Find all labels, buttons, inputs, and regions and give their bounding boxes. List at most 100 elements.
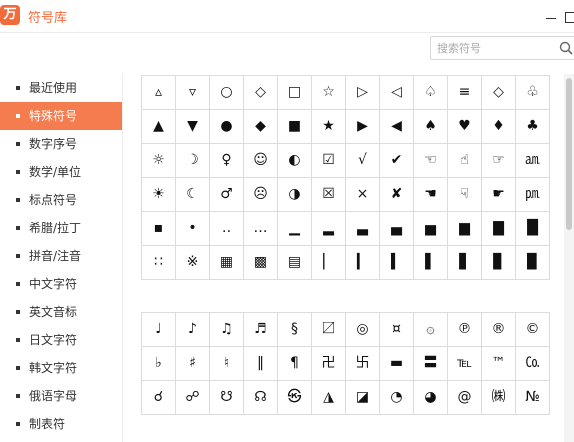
symbol-cell[interactable]: ☟ [448,178,482,212]
symbol-cell[interactable]: ☍ [176,381,210,415]
symbol-cell[interactable]: ▄ [380,212,414,246]
symbol-cell[interactable]: ○ [210,76,244,110]
symbol-cell[interactable]: • [176,212,210,246]
symbol-cell[interactable]: ☼ [142,144,176,178]
symbol-cell[interactable]: ℡ [448,347,482,381]
symbol-cell[interactable]: 〼 [312,313,346,347]
symbol-cell[interactable]: № [516,381,550,415]
symbol-cell[interactable]: © [516,313,550,347]
symbol-cell[interactable]: ☞ [482,144,516,178]
symbol-cell[interactable]: ▪ [142,212,176,246]
symbol-cell[interactable]: × [346,178,380,212]
sidebar-item[interactable]: 韩文字符 [0,354,122,382]
symbol-cell[interactable]: ▎ [346,246,380,280]
search-icon[interactable] [559,41,573,55]
symbol-cell[interactable]: ◇ [482,76,516,110]
symbol-cell[interactable]: ◔ [380,381,414,415]
symbol-cell[interactable]: ㈱ [482,381,516,415]
symbol-cell[interactable]: ▷ [346,76,380,110]
sidebar-item[interactable]: 希腊/拉丁 [0,214,122,242]
symbol-cell[interactable]: ◑ [278,178,312,212]
symbol-cell[interactable]: ☾ [176,178,210,212]
symbol-cell[interactable]: ≡ [448,76,482,110]
symbol-cell[interactable]: ♣ [516,110,550,144]
symbol-cell[interactable]: ♧ [516,76,550,110]
symbol-cell[interactable]: ☹ [244,178,278,212]
symbol-cell[interactable]: 〓 [414,347,448,381]
sidebar-item[interactable]: 中文字符 [0,270,122,298]
symbol-cell[interactable]: ▶ [346,110,380,144]
symbol-cell[interactable]: ♯ [176,347,210,381]
symbol-cell[interactable]: § [278,313,312,347]
search-input[interactable] [437,40,555,56]
symbol-cell[interactable]: ● [210,110,244,144]
symbol-cell[interactable]: ※ [176,246,210,280]
restore-button[interactable] [564,6,574,23]
search-box[interactable] [430,36,574,60]
symbol-cell[interactable]: ◆ [244,110,278,144]
symbol-cell[interactable]: ™ [482,347,516,381]
sidebar-item[interactable]: 日文字符 [0,326,122,354]
symbol-cell[interactable]: ☊ [244,381,278,415]
sidebar-item[interactable]: 最近使用 [0,74,122,102]
sidebar-item[interactable]: 数学/单位 [0,158,122,186]
symbol-cell[interactable]: ♀ [210,144,244,178]
symbol-cell[interactable]: ◮ [312,381,346,415]
symbol-cell[interactable]: ☽ [176,144,210,178]
symbol-cell[interactable]: ▋ [448,246,482,280]
symbol-cell[interactable]: ☀ [142,178,176,212]
symbol-cell[interactable]: ☜ [414,144,448,178]
sidebar-item[interactable]: 俄语字母 [0,382,122,410]
scrollbar-thumb[interactable] [566,78,572,230]
symbol-cell[interactable]: ▼ [176,110,210,144]
sidebar-item[interactable]: 制表符 [0,410,122,438]
symbol-cell[interactable]: ♭ [142,347,176,381]
sidebar-item[interactable]: 拼音/注音 [0,242,122,270]
symbol-cell[interactable]: ◀ [380,110,414,144]
symbol-cell[interactable]: ▬ [380,347,414,381]
symbol-cell[interactable]: ▍ [380,246,414,280]
symbol-cell[interactable]: ℗ [448,313,482,347]
symbol-cell[interactable]: ▇ [482,212,516,246]
symbol-cell[interactable]: ▉ [516,246,550,280]
symbol-cell[interactable]: ∷ [142,246,176,280]
symbol-cell[interactable]: ▁ [278,212,312,246]
symbol-cell[interactable]: ☺ [244,144,278,178]
symbol-cell[interactable]: ★ [312,110,346,144]
sidebar-item[interactable]: 标点符号 [0,186,122,214]
symbol-cell[interactable]: ۞ [414,313,448,347]
symbol-cell[interactable]: ☚ [414,178,448,212]
symbol-cell[interactable]: ▤ [278,246,312,280]
sidebar-item[interactable]: 特殊符号 [0,102,122,130]
symbol-cell[interactable]: ㉿ [278,381,312,415]
symbol-cell[interactable]: ♠ [414,110,448,144]
symbol-cell[interactable]: ☌ [142,381,176,415]
symbol-cell[interactable]: ▅ [414,212,448,246]
symbol-cell[interactable]: ♪ [176,313,210,347]
symbol-cell[interactable]: ▌ [414,246,448,280]
sidebar-item[interactable]: 数字序号 [0,130,122,158]
symbol-cell[interactable]: ▵ [142,76,176,110]
symbol-cell[interactable]: ㏇ [516,347,550,381]
sidebar-item[interactable]: 英文音标 [0,298,122,326]
symbol-cell[interactable]: ■ [278,110,312,144]
symbol-cell[interactable]: ♫ [210,313,244,347]
symbol-cell[interactable]: ☛ [482,178,516,212]
symbol-cell[interactable]: ▂ [312,212,346,246]
symbol-cell[interactable]: ▦ [210,246,244,280]
symbol-cell[interactable]: ‖ [244,347,278,381]
symbol-cell[interactable]: ▲ [142,110,176,144]
minimize-button[interactable] [544,6,558,22]
symbol-cell[interactable]: ✘ [380,178,414,212]
symbol-cell[interactable]: √ [346,144,380,178]
symbol-cell[interactable]: ▏ [312,246,346,280]
symbol-cell[interactable]: █ [516,212,550,246]
symbol-cell[interactable]: ☑ [312,144,346,178]
symbol-cell[interactable]: ㏘ [516,178,550,212]
symbol-cell[interactable]: 卍 [312,347,346,381]
symbol-cell[interactable]: ✔ [380,144,414,178]
symbol-cell[interactable]: ♩ [142,313,176,347]
symbol-cell[interactable]: ▊ [482,246,516,280]
symbol-cell[interactable]: ¶ [278,347,312,381]
symbol-cell[interactable]: 卐 [346,347,380,381]
